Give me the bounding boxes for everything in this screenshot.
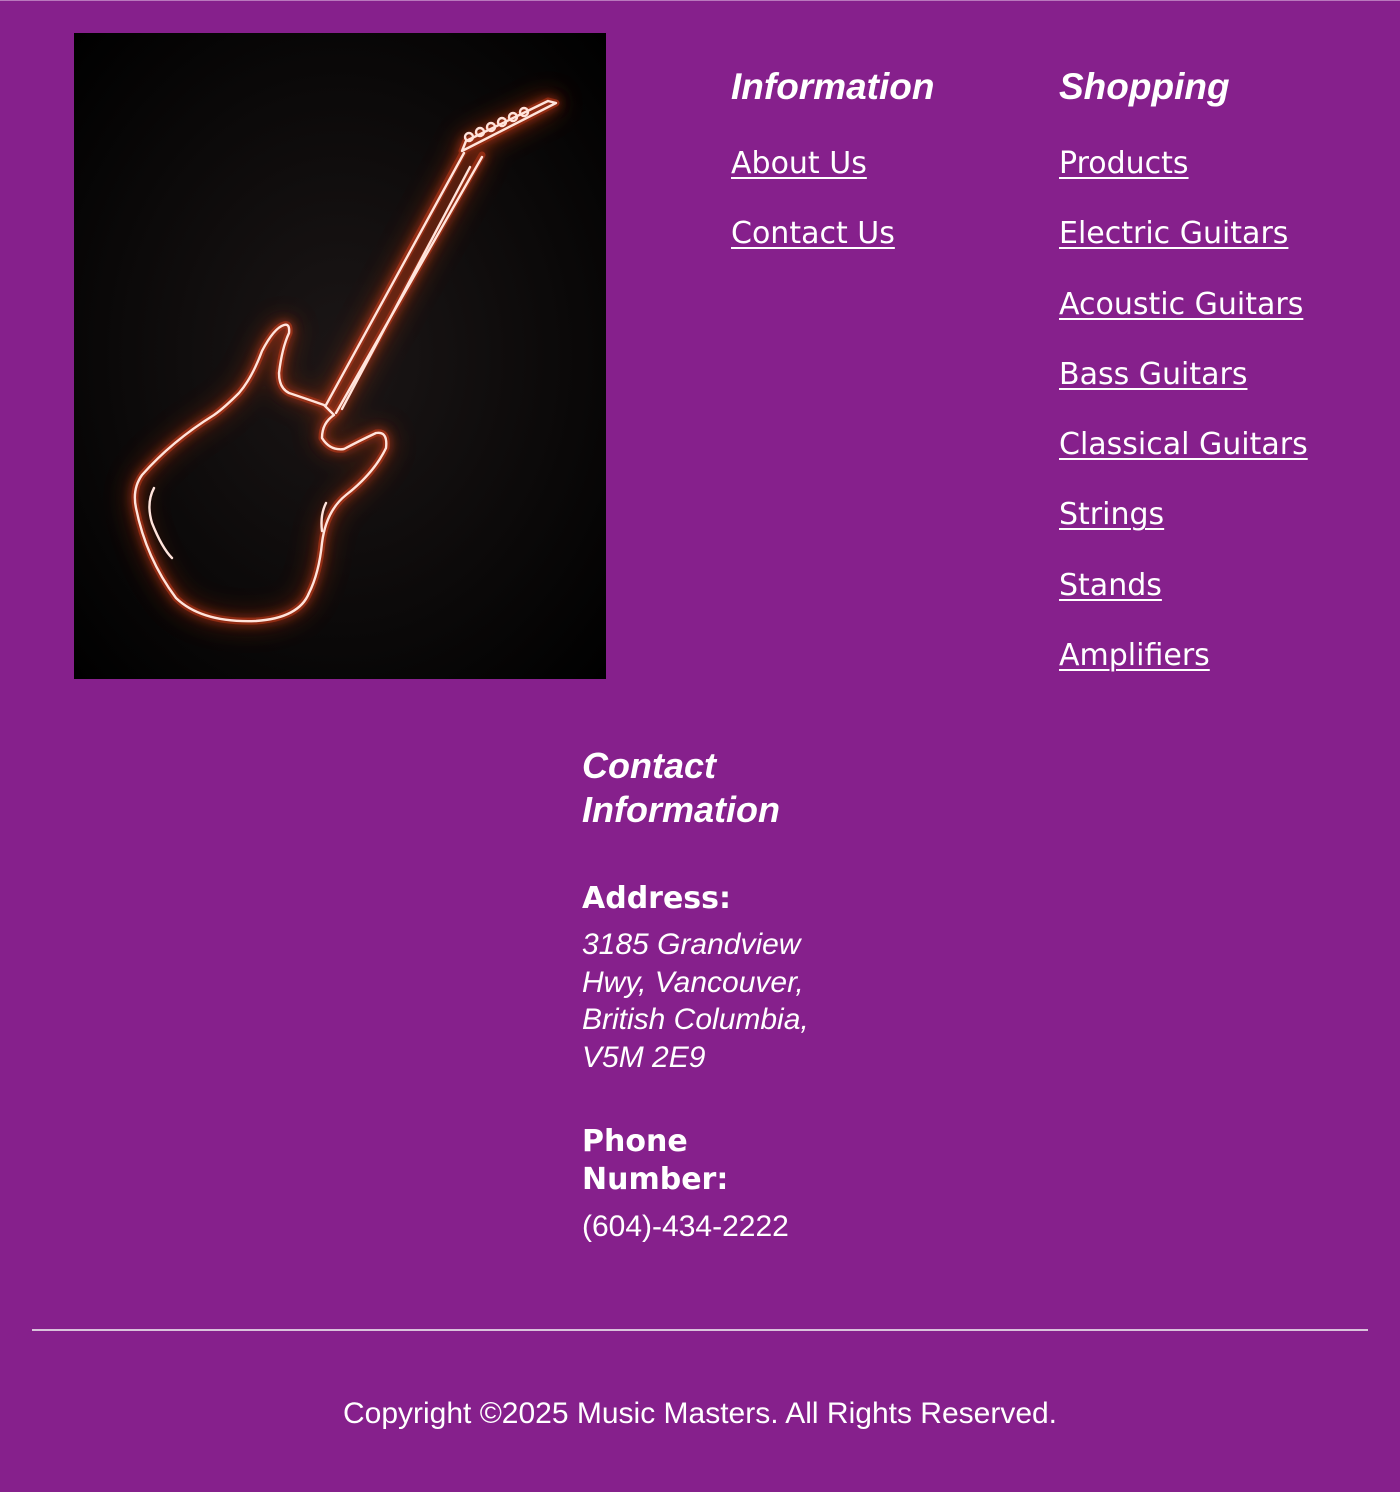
address-value: 3185 Grandview Hwy, Vancouver, British C… <box>582 928 809 1074</box>
list-item: Electric Guitars <box>1059 216 1308 286</box>
information-column: Information About Us Contact Us <box>731 66 934 287</box>
products-link[interactable]: Products <box>1059 146 1189 181</box>
contact-information-heading: Contact Information <box>582 745 780 830</box>
classical-guitars-link[interactable]: Classical Guitars <box>1059 427 1308 462</box>
stands-link[interactable]: Stands <box>1059 568 1162 603</box>
strings-link[interactable]: Strings <box>1059 497 1164 532</box>
contact-information-section: Contact Information Address: 3185 Grandv… <box>582 744 842 1245</box>
shopping-heading: Shopping <box>1059 66 1230 107</box>
list-item: Products <box>1059 146 1308 216</box>
about-us-link[interactable]: About Us <box>731 146 867 181</box>
amplifiers-link[interactable]: Amplifiers <box>1059 638 1210 673</box>
phone-label: Phone Number: <box>582 1124 729 1197</box>
information-links: About Us Contact Us <box>731 146 934 287</box>
information-heading: Information <box>731 66 935 107</box>
footer-divider <box>32 1329 1368 1331</box>
address-label: Address: <box>582 881 732 916</box>
neon-electric-guitar-icon <box>131 97 560 625</box>
phone-value: (604)-434-2222 <box>582 1210 789 1243</box>
contact-us-link[interactable]: Contact Us <box>731 216 895 251</box>
bass-guitars-link[interactable]: Bass Guitars <box>1059 357 1247 392</box>
acoustic-guitars-link[interactable]: Acoustic Guitars <box>1059 287 1303 322</box>
list-item: Amplifiers <box>1059 638 1308 708</box>
list-item: About Us <box>731 146 934 216</box>
list-item: Acoustic Guitars <box>1059 287 1308 357</box>
list-item: Contact Us <box>731 216 934 286</box>
electric-guitars-link[interactable]: Electric Guitars <box>1059 216 1288 251</box>
list-item: Strings <box>1059 497 1308 567</box>
copyright-text: Copyright ©2025 Music Masters. All Right… <box>342 1397 1058 1430</box>
list-item: Classical Guitars <box>1059 427 1308 497</box>
list-item: Stands <box>1059 568 1308 638</box>
shopping-column: Shopping Products Electric Guitars Acous… <box>1059 66 1308 708</box>
list-item: Bass Guitars <box>1059 357 1308 427</box>
shopping-links: Products Electric Guitars Acoustic Guita… <box>1059 146 1308 708</box>
top-divider <box>0 0 1400 1</box>
neon-guitar-image <box>74 33 606 679</box>
